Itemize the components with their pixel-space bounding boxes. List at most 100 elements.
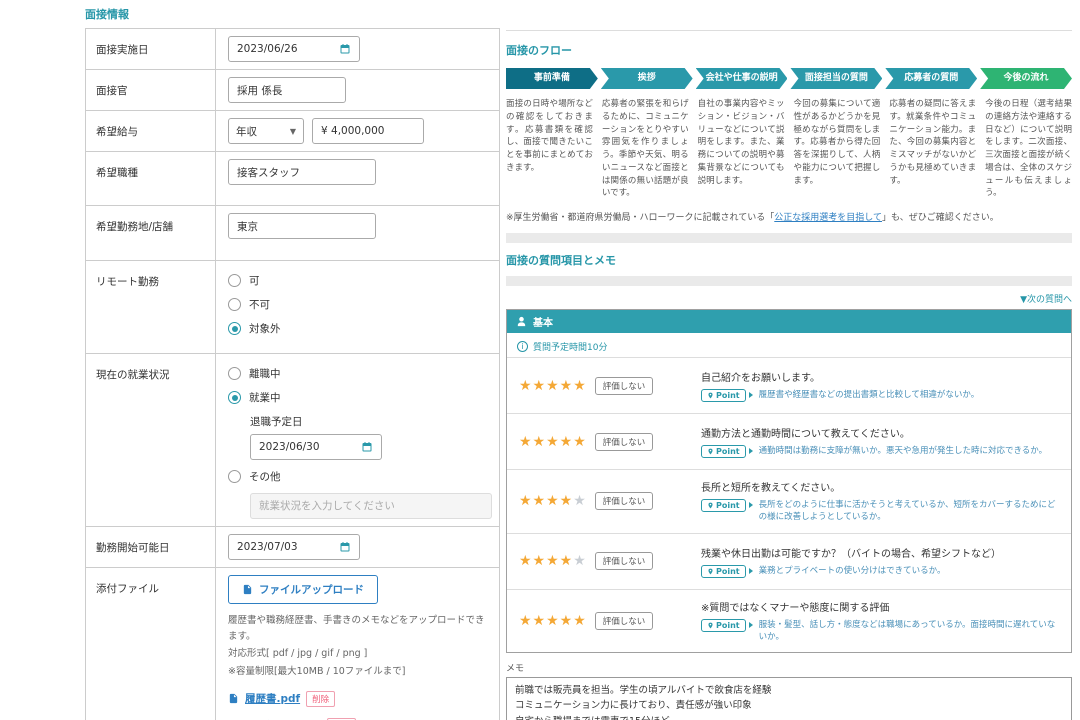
point-tag: Point <box>701 618 746 632</box>
interviewer-input[interactable]: 採用 係長 <box>228 77 346 103</box>
stars-filled[interactable]: ★★★★★ <box>519 434 587 450</box>
stars-empty[interactable]: ★ <box>573 553 587 569</box>
no-rating-button[interactable]: 評価しない <box>594 432 654 451</box>
calendar-icon[interactable] <box>339 43 351 55</box>
file-row: 履歴書.pdf 削除 <box>228 690 487 707</box>
start-date-input[interactable]: 2023/07/03 <box>228 534 360 560</box>
location-input[interactable]: 東京 <box>228 213 376 239</box>
radio-icon[interactable] <box>228 367 241 380</box>
radio-icon-checked[interactable] <box>228 322 241 335</box>
point-text: 通勤時間は勤務に支障が無いか。悪天や急用が発生した時に対応できるか。 <box>758 446 1048 456</box>
stars-filled[interactable]: ★★★★★ <box>519 378 587 394</box>
question-text: 長所と短所を教えてください。 <box>701 483 841 494</box>
flow-step-2: 挨拶 <box>601 68 693 89</box>
interview-form: 面接実施日 2023/06/26 面接官 採用 係長 希望給与 年収 ▼ ¥ 4… <box>85 28 500 720</box>
question-text: 残業や休日出勤は可能ですか？（バイトの場合、希望シフトなど） <box>701 548 1001 560</box>
radio-icon[interactable] <box>228 470 241 483</box>
arrow-right-icon <box>748 502 753 508</box>
pin-icon <box>708 448 713 455</box>
document-icon <box>229 694 238 704</box>
row-job-type: 希望職種 接客スタッフ <box>86 152 499 206</box>
memo-textarea[interactable]: 前職では販売員を担当。学生の頃アルバイトで飲食店を経験 コミュニケーション力に長… <box>506 677 1072 720</box>
stars-filled[interactable]: ★★★★★ <box>519 613 587 629</box>
radio-icon[interactable] <box>228 298 241 311</box>
question-row: ★★★★★ 評価しない 自己紹介をお願いします。 Point 履歴書や経歴書など… <box>507 357 1071 413</box>
label-remote: リモート勤務 <box>86 261 216 353</box>
question-row: ★★★★★ 評価しない 残業や休日出勤は可能ですか？（バイトの場合、希望シフトな… <box>507 532 1071 589</box>
label-interview-date: 面接実施日 <box>86 29 216 69</box>
salary-amount-input[interactable]: ¥ 4,000,000 <box>312 118 424 144</box>
section-divider <box>506 276 1072 286</box>
no-rating-button[interactable]: 評価しない <box>594 552 654 571</box>
no-rating-button[interactable]: 評価しない <box>594 611 654 630</box>
category-label: 基本 <box>533 318 553 329</box>
star-rating[interactable]: ★★★★★ <box>519 378 587 394</box>
stars-empty[interactable]: ★ <box>573 493 587 509</box>
point-tag: Point <box>701 564 746 578</box>
arrow-right-icon <box>748 567 753 574</box>
point-text: 長所をどのように仕事に活かそうと考えているか、短所をカバーするためにどの様に改善… <box>758 500 1056 523</box>
star-rating[interactable]: ★★★★★ <box>519 434 587 450</box>
remote-option-ok[interactable]: 可 <box>228 273 487 288</box>
no-rating-button[interactable]: 評価しない <box>594 492 654 511</box>
fair-hiring-link[interactable]: 公正な採用選考を目指して <box>774 213 882 223</box>
row-interviewer: 面接官 採用 係長 <box>86 70 499 111</box>
question-panel: 基本 i 質問予定時間10分 ★★★★★ 評価しない 自己紹介をお願いします。 … <box>506 309 1072 654</box>
point-text: 履歴書や経歴書などの提出書類と比較して相違がないか。 <box>758 390 980 400</box>
radio-icon[interactable] <box>228 274 241 287</box>
flow-step-6: 今後の流れ <box>980 68 1072 89</box>
interview-guide-section: 面接のフロー 事前準備 挨拶 会社や仕事の説明 面接担当の質問 応募者の質問 今… <box>506 30 1072 720</box>
employment-other-input[interactable] <box>250 493 492 519</box>
file-upload-button[interactable]: ファイルアップロード <box>228 575 378 604</box>
row-start-date: 勤務開始可能日 2023/07/03 <box>86 527 499 568</box>
row-location: 希望勤務地/店舗 東京 <box>86 206 499 261</box>
calendar-icon[interactable] <box>361 441 373 453</box>
attachments-help-2: 対応形式[ pdf / jpg / gif / png ] <box>228 648 368 660</box>
point-label: Point <box>716 620 740 630</box>
star-rating[interactable]: ★★★★★ <box>519 493 587 509</box>
row-employment-status: 現在の就業状況 離職中 就業中 退職予定日 2023/06/30 その他 就業状… <box>86 354 499 527</box>
planned-time-label: 質問予定時間10分 <box>533 343 608 353</box>
next-question-link[interactable]: ▼次の質問へ <box>506 292 1072 305</box>
question-category-header: 基本 <box>507 310 1071 333</box>
calendar-icon[interactable] <box>339 541 351 553</box>
point-label: Point <box>716 566 740 576</box>
employment-option-other[interactable]: その他 <box>228 469 492 484</box>
interview-page: 面接情報 面接実施日 2023/06/26 面接官 採用 係長 希望給与 年収 … <box>0 0 1080 720</box>
row-interview-date: 面接実施日 2023/06/26 <box>86 29 499 70</box>
point-text: 業務とプライベートの使い分けはできているか。 <box>758 565 946 576</box>
label-employment-status: 現在の就業状況 <box>86 354 216 526</box>
question-row: ★★★★★ 評価しない 長所と短所を教えてください。 Point 長所をどのよう… <box>507 469 1071 533</box>
point-tag: Point <box>701 445 746 458</box>
file-link-resume[interactable]: 履歴書.pdf <box>245 691 300 706</box>
stars-filled[interactable]: ★★★★ <box>519 553 573 569</box>
job-type-input[interactable]: 接客スタッフ <box>228 159 376 185</box>
star-rating[interactable]: ★★★★★ <box>519 613 587 629</box>
remote-option-na[interactable]: 対象外 <box>228 321 487 336</box>
interview-date-input[interactable]: 2023/06/26 <box>228 36 360 62</box>
radio-icon-checked[interactable] <box>228 391 241 404</box>
employment-option-unemployed[interactable]: 離職中 <box>228 366 492 381</box>
star-rating[interactable]: ★★★★★ <box>519 553 587 569</box>
pin-icon <box>708 392 713 399</box>
remote-option-ng[interactable]: 不可 <box>228 297 487 312</box>
salary-type-select[interactable]: 年収 ▼ <box>228 118 304 144</box>
radio-label: 就業中 <box>249 392 281 404</box>
retire-date-input[interactable]: 2023/06/30 <box>250 434 382 460</box>
flow-step-1: 事前準備 <box>506 68 598 89</box>
document-icon <box>243 584 252 595</box>
radio-label: その他 <box>249 471 281 483</box>
flow-title: 面接のフロー <box>506 44 572 57</box>
flow-desc-1: 面接の日時や場所などの確認をしておきます。応募書類を確認し、面接で聞きたいことを… <box>506 99 593 173</box>
radio-label: 対象外 <box>249 323 281 335</box>
label-start-date: 勤務開始可能日 <box>86 527 216 567</box>
arrow-right-icon <box>748 448 753 454</box>
flow-step-4: 面接担当の質問 <box>790 68 882 89</box>
stars-filled[interactable]: ★★★★ <box>519 493 573 509</box>
delete-file-button[interactable]: 削除 <box>306 690 336 707</box>
point-tag: Point <box>701 389 746 402</box>
employment-option-employed[interactable]: 就業中 <box>228 390 492 405</box>
radio-label: 不可 <box>249 299 270 311</box>
arrow-right-icon <box>748 392 753 398</box>
no-rating-button[interactable]: 評価しない <box>594 376 654 395</box>
